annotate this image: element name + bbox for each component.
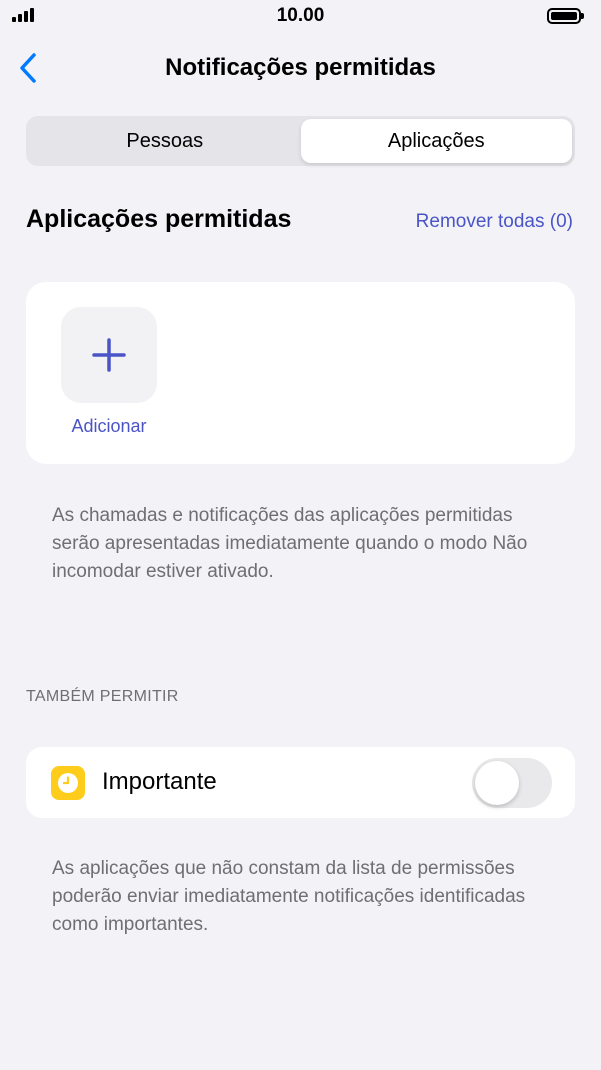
- allowed-apps-footnote: As chamadas e notificações das aplicaçõe…: [52, 505, 528, 582]
- also-allow-header: TAMBÉM PERMITIR: [26, 688, 179, 705]
- segment-aplicacoes[interactable]: Aplicações: [300, 119, 572, 163]
- important-row: Importante: [26, 747, 575, 818]
- status-bar: 10.00: [0, 0, 601, 34]
- important-footnote: As aplicações que não constam da lista d…: [52, 858, 526, 935]
- segmented-control: Pessoas Aplicações: [26, 116, 575, 166]
- battery-icon: [547, 8, 584, 24]
- status-time: 10.00: [276, 5, 325, 26]
- important-label: Importante: [102, 768, 217, 795]
- allowed-apps-card: Adicionar: [26, 282, 575, 464]
- nav-bar: Notificações permitidas: [0, 40, 601, 98]
- section-title: Aplicações permitidas: [26, 205, 292, 233]
- screen: 10.00 Notificações permitidas Pessoas Ap…: [0, 0, 601, 1070]
- toggle-knob: [475, 761, 519, 805]
- segment-pessoas[interactable]: Pessoas: [29, 119, 301, 163]
- page-title: Notificações permitidas: [165, 54, 436, 81]
- plus-icon: [92, 338, 126, 372]
- important-toggle[interactable]: [472, 758, 552, 808]
- clock-icon: [51, 766, 85, 800]
- add-app-button[interactable]: [61, 307, 157, 403]
- remove-all-button[interactable]: Remover todas (0): [416, 211, 573, 233]
- add-app-label[interactable]: Adicionar: [52, 416, 166, 437]
